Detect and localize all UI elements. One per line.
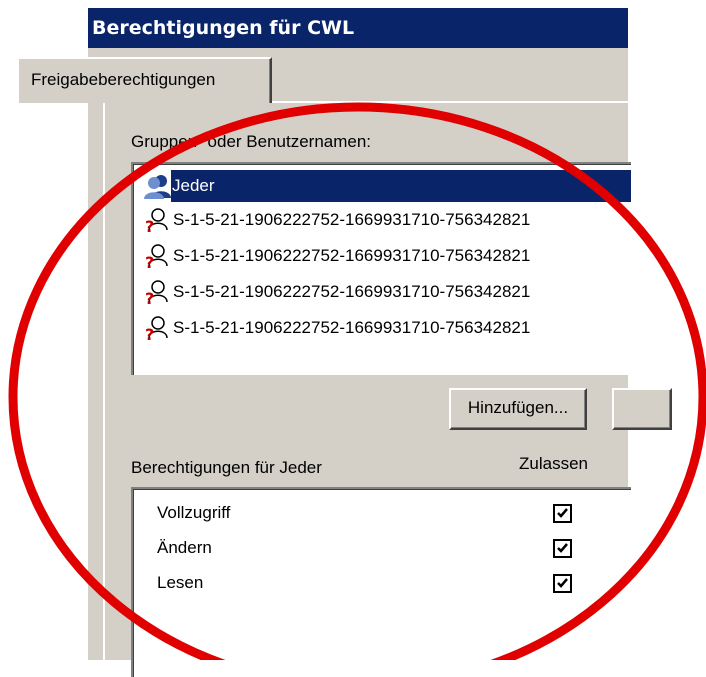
svg-text:?: ? <box>145 217 154 234</box>
permission-name: Lesen <box>157 573 204 592</box>
groups-label: Gruppen- oder Benutzernamen: <box>131 132 372 151</box>
unknown-account-icon: ? <box>145 280 168 306</box>
groups-listbox[interactable]: Jeder ? S-1-5-21-1906222752-1669931710-7… <box>131 162 631 375</box>
permission-row-change: Ändern <box>114 533 572 563</box>
allow-checkbox-full-control[interactable] <box>553 504 572 523</box>
permission-name: Vollzugriff <box>157 503 231 522</box>
allow-checkbox-change[interactable] <box>553 539 572 558</box>
remove-button[interactable] <box>612 388 672 430</box>
permission-row-read: Lesen <box>114 568 572 598</box>
add-button[interactable]: Hinzufügen... <box>449 388 587 430</box>
list-item-label: S-1-5-21-1906222752-1669931710-756342821 <box>173 210 531 229</box>
window-title: Berechtigungen für CWL <box>92 17 355 39</box>
tab-label: Freigabeberechtigungen <box>31 70 216 89</box>
list-item-label: Jeder <box>171 170 631 202</box>
title-bar[interactable]: Berechtigungen für CWL <box>88 8 628 48</box>
tab-share-permissions[interactable]: Freigabeberechtigungen <box>17 57 272 103</box>
group-users-icon <box>144 175 171 199</box>
permissions-label: Berechtigungen für Jeder <box>131 458 322 477</box>
permission-name: Ändern <box>157 538 212 557</box>
list-item-sid[interactable]: ? S-1-5-21-1906222752-1669931710-7563428… <box>143 240 631 272</box>
list-item-sid[interactable]: ? S-1-5-21-1906222752-1669931710-7563428… <box>143 276 631 308</box>
checkmark-icon <box>557 578 568 588</box>
checkmark-icon <box>557 508 568 518</box>
list-item-label: S-1-5-21-1906222752-1669931710-756342821 <box>173 246 531 265</box>
unknown-account-icon: ? <box>145 244 168 270</box>
permission-row-full-control: Vollzugriff <box>114 498 572 528</box>
list-item-label: S-1-5-21-1906222752-1669931710-756342821 <box>173 318 531 337</box>
checkmark-icon <box>557 543 568 553</box>
list-item-jeder[interactable]: Jeder <box>143 170 631 202</box>
list-item-sid[interactable]: ? S-1-5-21-1906222752-1669931710-7563428… <box>143 312 631 344</box>
allow-checkbox-read[interactable] <box>553 574 572 593</box>
list-item-label: S-1-5-21-1906222752-1669931710-756342821 <box>173 282 531 301</box>
list-item-sid[interactable]: ? S-1-5-21-1906222752-1669931710-7563428… <box>143 204 631 236</box>
svg-text:?: ? <box>145 289 154 306</box>
unknown-account-icon: ? <box>145 208 168 234</box>
svg-text:?: ? <box>145 325 154 342</box>
svg-text:?: ? <box>145 253 154 270</box>
allow-column-header: Zulassen <box>519 454 588 473</box>
unknown-account-icon: ? <box>145 316 168 342</box>
